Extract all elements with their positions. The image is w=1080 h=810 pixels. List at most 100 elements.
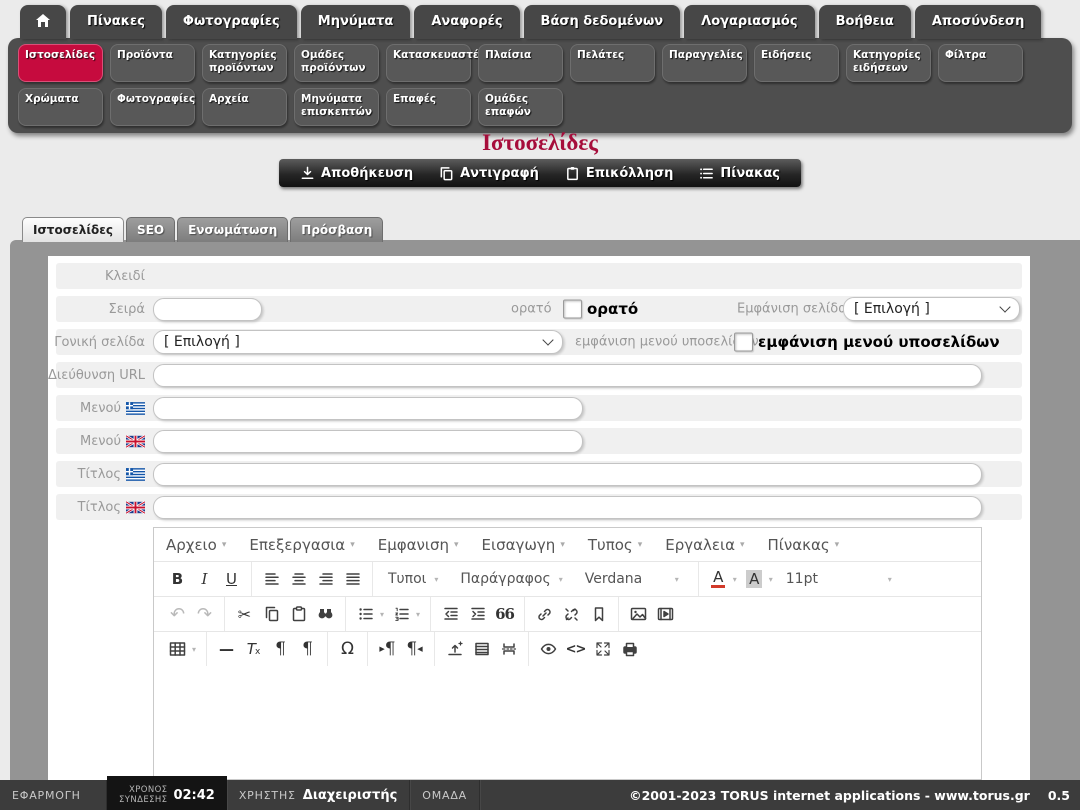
nav-tab-help[interactable]: Βοήθεια xyxy=(819,5,911,39)
nav-tab-photos[interactable]: Φωτογραφίες xyxy=(166,5,297,39)
table-list-button[interactable]: Πίνακας xyxy=(686,166,793,181)
chevron-down-icon[interactable]: ▾ xyxy=(769,575,773,584)
module-photos[interactable]: Φωτογραφίες xyxy=(110,88,195,126)
module-visitor-messages[interactable]: Μηνύματα επισκεπτών xyxy=(294,88,379,126)
font-size-dropdown[interactable]: 11pt▾ xyxy=(777,571,905,587)
paste-button[interactable] xyxy=(285,601,312,627)
copy-button[interactable] xyxy=(258,601,285,627)
cut-button[interactable]: ✂ xyxy=(231,601,258,627)
background-color-button[interactable]: A xyxy=(741,566,768,592)
bold-button[interactable]: B xyxy=(164,566,191,592)
module-products[interactable]: Προϊόντα xyxy=(110,44,195,82)
menu-view[interactable]: Εμφανιση▾ xyxy=(378,536,459,554)
blockquote-button[interactable]: 66 xyxy=(491,601,518,627)
underline-button[interactable]: U xyxy=(218,566,245,592)
url-input[interactable] xyxy=(153,364,982,387)
menu-tools[interactable]: Εργαλεια▾ xyxy=(665,536,744,554)
order-input[interactable] xyxy=(153,298,262,321)
module-frames[interactable]: Πλαίσια xyxy=(478,44,563,82)
outdent-button[interactable] xyxy=(437,601,464,627)
nav-tab-account[interactable]: Λογαριασμός xyxy=(684,5,814,39)
insert-image-button[interactable] xyxy=(625,601,652,627)
module-contact-groups[interactable]: Ομάδες επαφών xyxy=(478,88,563,126)
chevron-down-icon[interactable]: ▾ xyxy=(192,645,196,654)
module-contacts[interactable]: Επαφές xyxy=(386,88,471,126)
align-right-button[interactable] xyxy=(312,566,339,592)
chevron-down-icon[interactable]: ▾ xyxy=(380,610,384,619)
module-news[interactable]: Ειδήσεις xyxy=(754,44,839,82)
nav-tab-pinakes[interactable]: Πίνακες xyxy=(70,5,162,39)
module-colors[interactable]: Χρώματα xyxy=(18,88,103,126)
menu-format[interactable]: Τυπος▾ xyxy=(588,536,642,554)
horizontal-rule-button[interactable]: — xyxy=(213,636,240,662)
template-button[interactable] xyxy=(468,636,495,662)
rtl-button[interactable]: ¶◀ xyxy=(401,636,428,662)
indent-button[interactable] xyxy=(464,601,491,627)
menu-table[interactable]: Πίνακας▾ xyxy=(768,536,840,554)
special-character-button[interactable]: Ω xyxy=(334,636,361,662)
bullet-list-button[interactable] xyxy=(352,601,379,627)
nav-tab-reports[interactable]: Αναφορές xyxy=(414,5,519,39)
fullscreen-button[interactable] xyxy=(589,636,616,662)
source-code-button[interactable]: <> xyxy=(562,636,589,662)
block-format-dropdown[interactable]: Παράγραφος▾ xyxy=(451,571,575,587)
table-button[interactable] xyxy=(164,636,191,662)
insert-file-button[interactable] xyxy=(441,636,468,662)
anchor-bookmark-button[interactable] xyxy=(585,601,612,627)
ltr-button[interactable]: ▶¶ xyxy=(374,636,401,662)
chevron-down-icon[interactable]: ▾ xyxy=(416,610,420,619)
copy-button[interactable]: Αντιγραφή xyxy=(426,166,552,181)
numbered-list-button[interactable] xyxy=(388,601,415,627)
module-customers[interactable]: Πελάτες xyxy=(570,44,655,82)
page-break-button[interactable] xyxy=(495,636,522,662)
menu-gr-input[interactable] xyxy=(153,397,583,420)
text-color-button[interactable]: A xyxy=(705,566,732,592)
styles-dropdown[interactable]: Τυποι▾ xyxy=(379,571,451,587)
align-justify-button[interactable] xyxy=(339,566,366,592)
find-replace-button[interactable] xyxy=(312,601,339,627)
title-en-input[interactable] xyxy=(153,496,982,519)
visual-blocks-icon[interactable]: ¶ xyxy=(294,636,321,662)
font-family-dropdown[interactable]: Verdana▾ xyxy=(576,571,692,587)
visible-checkbox[interactable] xyxy=(563,300,582,319)
unlink-button[interactable] xyxy=(558,601,585,627)
tab-websites[interactable]: Ιστοσελίδες xyxy=(22,217,124,242)
align-center-button[interactable] xyxy=(285,566,312,592)
chevron-down-icon[interactable]: ▾ xyxy=(733,575,737,584)
editor-content[interactable] xyxy=(154,666,981,779)
italic-button[interactable]: I xyxy=(191,566,218,592)
menu-en-input[interactable] xyxy=(153,430,583,453)
clear-formatting-button[interactable]: Tx xyxy=(240,636,267,662)
module-files[interactable]: Αρχεία xyxy=(202,88,287,126)
module-orders[interactable]: Παραγγελίες xyxy=(662,44,747,82)
link-button[interactable] xyxy=(531,601,558,627)
preview-button[interactable] xyxy=(535,636,562,662)
tab-access[interactable]: Πρόσβαση xyxy=(290,217,383,242)
undo-button[interactable]: ↶ xyxy=(164,601,191,627)
nav-tab-logout[interactable]: Αποσύνδεση xyxy=(915,5,1042,39)
module-product-groups[interactable]: Ομάδες προϊόντων xyxy=(294,44,379,82)
nav-tab-database[interactable]: Βάση δεδομένων xyxy=(524,5,681,39)
module-news-categories[interactable]: Κατηγορίες ειδήσεων xyxy=(846,44,931,82)
insert-media-button[interactable] xyxy=(652,601,679,627)
align-left-button[interactable] xyxy=(258,566,285,592)
module-filters[interactable]: Φίλτρα xyxy=(938,44,1023,82)
redo-button[interactable]: ↷ xyxy=(191,601,218,627)
parent-page-select[interactable]: [ Επιλογή ] xyxy=(153,330,563,354)
nav-tab-messages[interactable]: Μηνύματα xyxy=(301,5,411,39)
tab-embed[interactable]: Ενσωμάτωση xyxy=(177,217,288,242)
tab-seo[interactable]: SEO xyxy=(126,217,175,242)
module-websites[interactable]: Ιστοσελίδες xyxy=(18,44,103,82)
visual-chars-icon[interactable]: ¶ xyxy=(267,636,294,662)
paste-button[interactable]: Επικόλληση xyxy=(552,166,686,181)
module-product-categories[interactable]: Κατηγορίες προϊόντων xyxy=(202,44,287,82)
print-button[interactable] xyxy=(616,636,643,662)
module-manufacturers[interactable]: Κατασκευαστές xyxy=(386,44,471,82)
menu-insert[interactable]: Εισαγωγη▾ xyxy=(482,536,565,554)
menu-file[interactable]: Αρχειο▾ xyxy=(166,536,226,554)
submenu-checkbox[interactable] xyxy=(734,333,753,352)
home-tab[interactable] xyxy=(20,5,66,39)
menu-edit[interactable]: Επεξεργασια▾ xyxy=(249,536,354,554)
title-gr-input[interactable] xyxy=(153,463,982,486)
save-button[interactable]: Αποθήκευση xyxy=(287,166,426,181)
